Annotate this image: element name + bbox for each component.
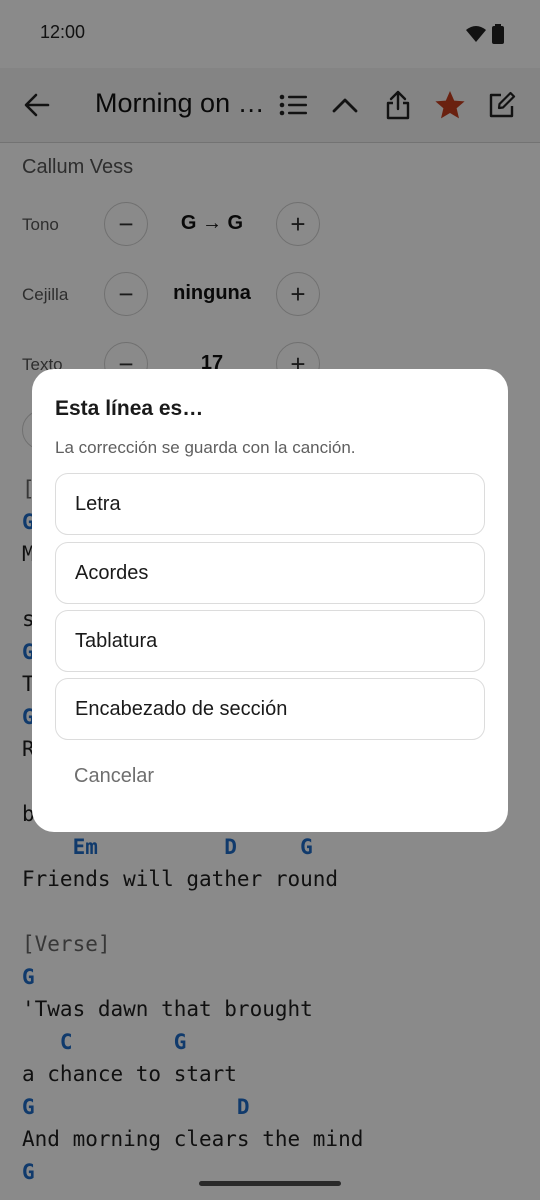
dialog-title: Esta línea es…	[55, 397, 204, 420]
option-tablature[interactable]: Tablatura	[55, 610, 485, 672]
option-label: Acordes	[75, 562, 149, 584]
line-type-dialog: Esta línea es… La corrección se guarda c…	[32, 369, 508, 832]
option-chords[interactable]: Acordes	[55, 542, 485, 604]
option-label: Encabezado de sección	[75, 698, 288, 720]
dialog-subtitle: La corrección se guarda con la canción.	[55, 438, 356, 457]
option-section-header[interactable]: Encabezado de sección	[55, 678, 485, 740]
option-label: Tablatura	[75, 630, 158, 652]
home-indicator[interactable]	[199, 1181, 341, 1186]
cancel-button[interactable]: Cancelar	[74, 765, 154, 788]
option-label: Letra	[75, 493, 121, 515]
option-lyrics[interactable]: Letra	[55, 473, 485, 535]
